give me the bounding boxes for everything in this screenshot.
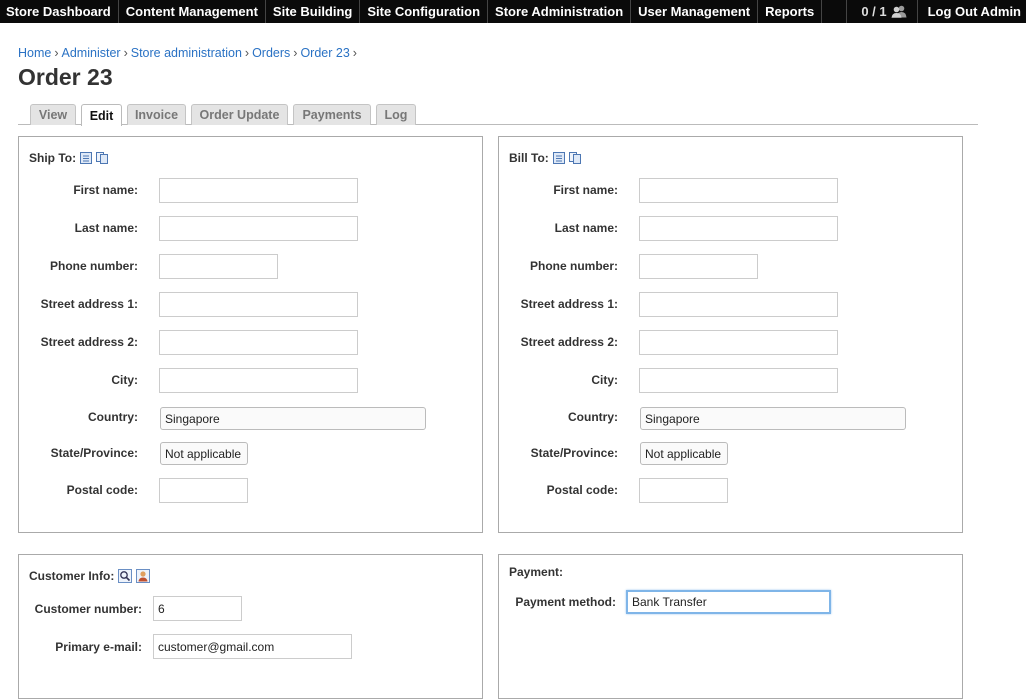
bill-postal-label: Postal code: (546, 483, 618, 497)
tab-edit[interactable]: Edit (81, 104, 122, 126)
tab-view[interactable]: View (30, 104, 76, 125)
ship-to-panel: Ship To: First name: Last name: Phone nu… (18, 136, 483, 533)
bill-to-heading-text: Bill To: (509, 151, 549, 165)
bill-last-name-label: Last name: (554, 221, 618, 235)
ship-postal-label: Postal code: (66, 483, 138, 497)
breadcrumb-orders[interactable]: Orders (252, 46, 290, 60)
bill-postal-input[interactable] (639, 478, 728, 503)
ship-to-heading: Ship To: (29, 151, 109, 165)
bill-phone-input[interactable] (639, 254, 758, 279)
menu-store-administration[interactable]: Store Administration (488, 0, 632, 23)
admin-menu: Store Dashboard Content Management Site … (0, 0, 823, 23)
menu-store-dashboard[interactable]: Store Dashboard (0, 0, 119, 23)
bill-state-label: State/Province: (530, 446, 618, 460)
customer-number-label: Customer number: (34, 602, 142, 616)
customer-info-heading: Customer Info: (29, 569, 151, 583)
payment-method-label: Payment method: (515, 595, 616, 609)
breadcrumb-separator: › (244, 46, 250, 60)
search-customer-icon[interactable] (118, 569, 133, 583)
customer-number-input[interactable] (153, 596, 242, 621)
menu-site-configuration[interactable]: Site Configuration (360, 0, 489, 23)
tab-log[interactable]: Log (376, 104, 416, 125)
ship-street1-input[interactable] (159, 292, 358, 317)
tab-bar: View Edit Invoice Order Update Payments … (18, 104, 978, 126)
address-book-icon[interactable] (80, 152, 93, 164)
bill-city-input[interactable] (639, 368, 838, 393)
menu-user-management[interactable]: User Management (631, 0, 759, 23)
ship-city-input[interactable] (159, 368, 358, 393)
tab-payments[interactable]: Payments (293, 104, 371, 125)
ship-street2-label: Street address 2: (40, 335, 138, 349)
address-book-icon[interactable] (552, 152, 565, 164)
customer-info-heading-text: Customer Info: (29, 569, 115, 583)
bill-to-heading: Bill To: (509, 151, 581, 165)
users-icon (891, 5, 907, 18)
payment-heading: Payment: (509, 565, 564, 579)
breadcrumb-separator: › (54, 46, 59, 60)
bill-first-name-label: First name: (553, 183, 618, 197)
copy-address-icon[interactable] (568, 152, 581, 164)
bill-street1-input[interactable] (639, 292, 838, 317)
primary-email-input[interactable] (153, 634, 352, 659)
primary-email-label: Primary e-mail: (55, 640, 142, 654)
ship-city-label: City: (111, 373, 138, 387)
breadcrumb-separator: › (352, 46, 357, 60)
admin-toolbar: Store Dashboard Content Management Site … (0, 0, 1026, 23)
bill-street2-label: Street address 2: (520, 335, 618, 349)
logout-link[interactable]: Log Out Admin (918, 0, 1026, 23)
page-title: Order 23 (18, 64, 113, 90)
copy-address-icon[interactable] (96, 152, 109, 164)
ship-phone-input[interactable] (159, 254, 278, 279)
breadcrumb-store-administration[interactable]: Store administration (131, 46, 242, 60)
user-count[interactable]: 0 / 1 (846, 0, 918, 23)
ship-street1-label: Street address 1: (40, 297, 138, 311)
breadcrumb-home[interactable]: Home (18, 46, 51, 60)
ship-postal-input[interactable] (159, 478, 248, 503)
bill-street2-input[interactable] (639, 330, 838, 355)
customer-info-panel: Customer Info: Customer number: Primary … (18, 554, 483, 699)
ship-first-name-input[interactable] (159, 178, 358, 203)
ship-to-heading-text: Ship To: (29, 151, 77, 165)
user-profile-icon[interactable] (136, 569, 151, 583)
breadcrumb-separator: › (293, 46, 298, 60)
ship-last-name-input[interactable] (159, 216, 358, 241)
bill-street1-label: Street address 1: (520, 297, 618, 311)
bill-city-label: City: (591, 373, 618, 387)
bill-phone-label: Phone number: (529, 259, 618, 273)
menu-content-management[interactable]: Content Management (119, 0, 266, 23)
user-count-text: 0 / 1 (861, 4, 887, 19)
payment-panel: Payment: Payment method: (498, 554, 963, 699)
bill-to-panel: Bill To: First name: Last name: Phone nu… (498, 136, 963, 533)
breadcrumb-order[interactable]: Order 23 (300, 46, 349, 60)
breadcrumb: Home › Administer › Store administration › Ord… (18, 46, 360, 60)
ship-first-name-label: First name: (73, 183, 138, 197)
ship-last-name-label: Last name: (74, 221, 138, 235)
bill-last-name-input[interactable] (639, 216, 838, 241)
ship-country-label: Country: (88, 410, 138, 424)
ship-country-select[interactable]: Singapore (160, 407, 426, 430)
menu-reports[interactable]: Reports (758, 0, 823, 23)
breadcrumb-administer[interactable]: Administer (62, 46, 121, 60)
payment-method-input[interactable] (626, 590, 831, 614)
menu-site-building[interactable]: Site Building (266, 0, 361, 23)
ship-state-select[interactable]: Not applicable (160, 442, 248, 465)
bill-country-label: Country: (568, 410, 618, 424)
bill-state-select[interactable]: Not applicable (640, 442, 728, 465)
ship-state-label: State/Province: (50, 446, 138, 460)
bill-first-name-input[interactable] (639, 178, 838, 203)
ship-street2-input[interactable] (159, 330, 358, 355)
bill-country-select[interactable]: Singapore (640, 407, 906, 430)
breadcrumb-separator: › (123, 46, 128, 60)
tab-invoice[interactable]: Invoice (127, 104, 186, 125)
ship-phone-label: Phone number: (49, 259, 138, 273)
tab-order-update[interactable]: Order Update (191, 104, 288, 125)
